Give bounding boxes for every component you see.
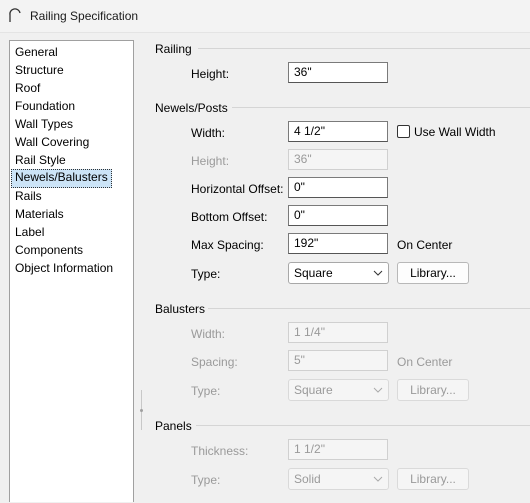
- bottom-offset-field[interactable]: 0": [288, 205, 388, 226]
- newel-height-label: Height:: [191, 154, 230, 168]
- newel-on-center-text: On Center: [397, 238, 453, 252]
- chevron-down-icon: [373, 387, 383, 393]
- category-list[interactable]: General Structure Roof Foundation Wall T…: [9, 40, 134, 502]
- panel-library-button: Library...: [397, 468, 469, 490]
- newels-section-title: Newels/Posts: [155, 101, 228, 115]
- panel-thickness-label: Thickness:: [191, 444, 249, 458]
- bottom-offset-label: Bottom Offset:: [191, 210, 268, 224]
- nav-item-newels-balusters[interactable]: Newels/Balusters: [11, 169, 112, 188]
- nav-item-materials[interactable]: Materials: [12, 206, 67, 223]
- panel-type-select: Solid: [288, 468, 389, 490]
- nav-item-wall-covering[interactable]: Wall Covering: [12, 134, 92, 151]
- max-spacing-field[interactable]: 192": [288, 233, 388, 254]
- splitter-grip: [140, 409, 143, 412]
- balusters-section-title: Balusters: [155, 302, 206, 316]
- panel-type-value: Solid: [294, 472, 321, 486]
- newel-width-field[interactable]: 4 1/2": [288, 121, 388, 142]
- chevron-down-icon: [373, 476, 383, 482]
- baluster-on-center-text: On Center: [397, 355, 453, 369]
- nav-item-label[interactable]: Label: [12, 224, 47, 241]
- panels-section-divider: [196, 425, 530, 426]
- nav-item-object-information[interactable]: Object Information: [12, 260, 116, 277]
- chevron-down-icon: [373, 270, 383, 276]
- railing-app-icon: [9, 8, 21, 22]
- newels-section-divider: [232, 107, 530, 108]
- baluster-type-value: Square: [294, 383, 333, 397]
- nav-item-components[interactable]: Components: [12, 242, 86, 259]
- newel-type-value: Square: [294, 266, 333, 280]
- baluster-type-select: Square: [288, 379, 389, 401]
- nav-item-general[interactable]: General: [12, 44, 61, 61]
- railing-section-divider: [198, 48, 530, 49]
- newel-library-button[interactable]: Library...: [397, 262, 469, 284]
- baluster-width-field: 1 1/4": [288, 322, 388, 343]
- use-wall-width-checkbox[interactable]: [397, 125, 410, 138]
- nav-item-rails[interactable]: Rails: [12, 188, 45, 205]
- panels-section-title: Panels: [155, 419, 192, 433]
- nav-item-wall-types[interactable]: Wall Types: [12, 116, 76, 133]
- railing-height-field[interactable]: 36": [288, 62, 388, 83]
- newel-width-label: Width:: [191, 126, 226, 140]
- horizontal-offset-field[interactable]: 0": [288, 177, 388, 198]
- newel-type-select[interactable]: Square: [288, 262, 389, 284]
- newel-type-label: Type:: [191, 267, 221, 281]
- nav-item-rail-style[interactable]: Rail Style: [12, 152, 69, 169]
- title-bar: Railing Specification: [0, 0, 530, 33]
- nav-item-roof[interactable]: Roof: [12, 80, 43, 97]
- baluster-library-button: Library...: [397, 379, 469, 401]
- newel-height-field: 36": [288, 149, 388, 170]
- panel-thickness-field: 1 1/2": [288, 439, 388, 460]
- panel-type-label: Type:: [191, 473, 221, 487]
- nav-item-structure[interactable]: Structure: [12, 62, 67, 79]
- baluster-type-label: Type:: [191, 384, 221, 398]
- horizontal-offset-label: Horizontal Offset:: [191, 182, 284, 196]
- balusters-section-divider: [208, 308, 530, 309]
- baluster-spacing-label: Spacing:: [191, 355, 238, 369]
- baluster-spacing-field: 5": [288, 350, 388, 371]
- railing-section-title: Railing: [155, 42, 192, 56]
- window-title: Railing Specification: [30, 9, 139, 23]
- baluster-width-label: Width:: [191, 327, 226, 341]
- max-spacing-label: Max Spacing:: [191, 238, 264, 252]
- railing-height-label: Height:: [191, 67, 230, 81]
- nav-item-foundation[interactable]: Foundation: [12, 98, 78, 115]
- use-wall-width-label[interactable]: Use Wall Width: [414, 125, 496, 139]
